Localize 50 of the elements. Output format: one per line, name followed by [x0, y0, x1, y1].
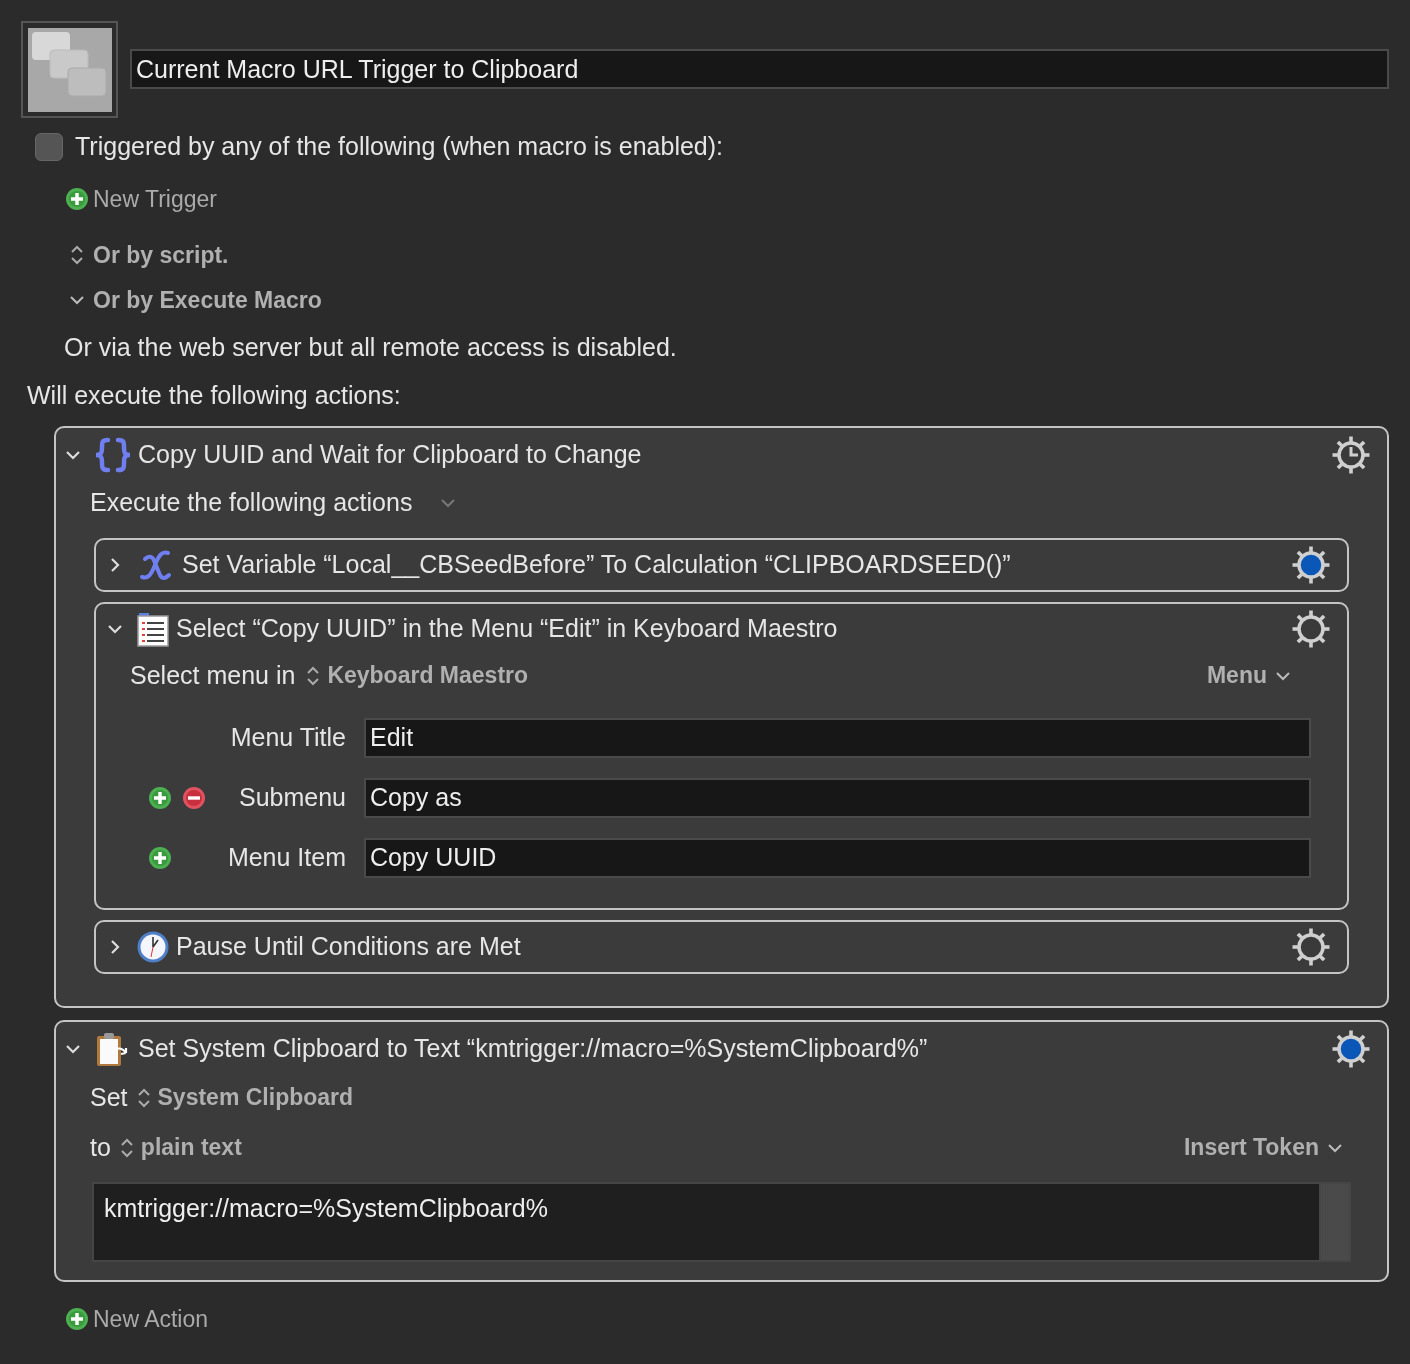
- macro-icon[interactable]: [21, 21, 118, 118]
- actions-heading: Will execute the following actions:: [27, 379, 402, 411]
- menu-field[interactable]: Copy UUID: [364, 837, 1311, 878]
- gear-clock-icon[interactable]: [1331, 435, 1371, 475]
- stepper-icon: [118, 1136, 135, 1159]
- set-label: Set: [90, 1081, 128, 1113]
- add-icon[interactable]: [65, 186, 89, 211]
- field-label: Menu Title: [229, 721, 346, 753]
- curly-braces-icon: [94, 437, 132, 473]
- script-option[interactable]: Or by script.: [69, 238, 1389, 273]
- trigger-checkbox[interactable]: [35, 132, 63, 161]
- clock-icon: [136, 929, 170, 964]
- new-action-button[interactable]: New Action: [65, 1301, 1389, 1336]
- new-trigger-button[interactable]: New Trigger: [65, 181, 1389, 216]
- select-menu-label: Select menu in: [130, 659, 296, 691]
- gear-icon[interactable]: [1291, 926, 1331, 967]
- application-selector[interactable]: Keyboard Maestro: [305, 658, 529, 693]
- action-title: Pause Until Conditions are Met: [176, 930, 522, 962]
- web-server-note: Or via the web server but all remote access is disabled.: [64, 332, 678, 363]
- add-icon[interactable]: [148, 785, 172, 810]
- macro-title-field[interactable]: Current Macro URL Trigger to Clipboard: [130, 49, 1389, 89]
- menu-dropdown[interactable]: Menu: [1206, 658, 1291, 693]
- field-label: Menu Item: [226, 841, 346, 873]
- execute-macro-option[interactable]: Or by Execute Macro: [69, 282, 1389, 317]
- stacked-windows-icon: [28, 28, 112, 112]
- add-icon[interactable]: [148, 845, 172, 870]
- mode-label: Execute the following actions: [90, 487, 413, 518]
- stepper-icon: [69, 244, 85, 267]
- scroll-bar[interactable]: [1319, 1183, 1349, 1260]
- trigger-label: Triggered by any of the following (when macro is enabled):: [75, 131, 724, 162]
- stepper-icon: [305, 664, 322, 687]
- action-title: Set Variable “Local__CBSeedBefore” To Calculation “CLIPBOARDSEED()”: [182, 548, 1012, 580]
- gear-icon[interactable]: [1291, 608, 1331, 649]
- gear-icon[interactable]: [1291, 544, 1331, 585]
- menu-list-icon: [136, 610, 170, 647]
- insert-token-dropdown[interactable]: Insert Token: [1183, 1130, 1343, 1165]
- gear-icon[interactable]: [1331, 1028, 1371, 1069]
- format-selector[interactable]: plain text: [118, 1130, 242, 1165]
- field-label: Submenu: [237, 781, 346, 813]
- menu-field[interactable]: Edit: [364, 717, 1311, 758]
- menu-field[interactable]: Copy as: [364, 777, 1311, 818]
- to-label: to: [90, 1131, 111, 1163]
- remove-icon[interactable]: [182, 785, 206, 810]
- add-icon[interactable]: [65, 1306, 89, 1331]
- clipboard-selector[interactable]: System Clipboard: [135, 1080, 354, 1115]
- action-title: Copy UUID and Wait for Clipboard to Change: [138, 439, 643, 471]
- stepper-icon: [135, 1086, 152, 1109]
- action-title: Select “Copy UUID” in the Menu “Edit” in Keyboard Maestro: [176, 612, 839, 644]
- text-area[interactable]: kmtrigger://macro=%SystemClipboard%: [94, 1183, 1319, 1260]
- action-title: Set System Clipboard to Text “kmtrigger://macro=%SystemClipboard%”: [138, 1032, 929, 1064]
